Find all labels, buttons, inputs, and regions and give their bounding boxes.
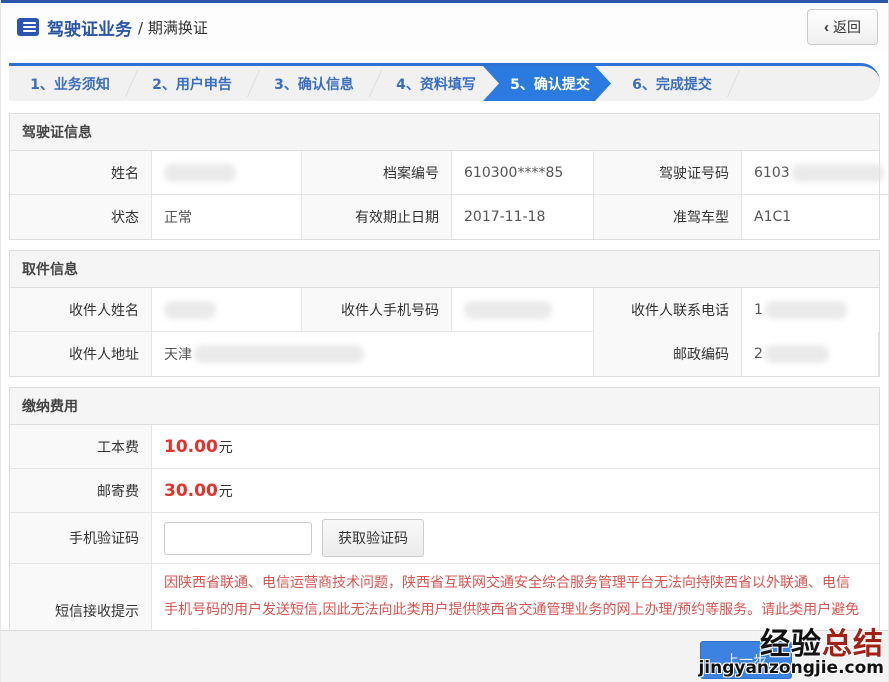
vehicle-type-label: 准驾车型 [594,195,742,239]
sms-code-label: 手机验证码 [10,513,152,564]
step-1-business-notice[interactable]: 1、业务须知 [9,66,131,101]
pickup-section-title: 取件信息 [10,251,879,288]
recipient-mobile-label: 收件人手机号码 [302,288,452,332]
name-label: 姓名 [10,151,152,195]
recipient-phone-label: 收件人联系电话 [594,288,742,332]
footer-bar: 上一步 [1,630,888,682]
previous-step-button[interactable]: 上一步 [700,641,792,679]
license-no-label: 驾驶证号码 [594,151,742,195]
production-fee-value: 10.00 元 [152,425,879,469]
recipient-address-value: 天津 [152,332,594,376]
get-sms-code-button[interactable]: 获取验证码 [322,519,424,557]
postage-fee-value: 30.00 元 [152,469,879,513]
production-fee-label: 工本费 [10,425,152,469]
recipient-address-label: 收件人地址 [10,332,152,376]
back-button-label: 返回 [833,17,861,37]
redacted-recipient-name [164,301,216,319]
recipient-name-value [152,288,302,332]
breadcrumb-current: / 期满换证 [138,17,208,38]
step-bar-filler [733,66,880,101]
fees-section-title: 缴纳费用 [10,388,879,425]
sms-code-row: 获取验证码 [152,513,879,564]
redacted-name [164,164,236,182]
redacted-recipient-mobile [464,301,552,319]
step-wizard: 1、业务须知 2、用户申告 3、确认信息 4、资料填写 5、确认提交 6、完成提… [1,63,888,101]
redacted-recipient-address [194,345,364,363]
back-button[interactable]: ‹ 返回 [807,9,878,45]
recipient-mobile-value [452,288,594,332]
recipient-phone-value: 1 [742,288,879,332]
status-label: 状态 [10,195,152,239]
step-3-confirm-info[interactable]: 3、确认信息 [253,66,375,101]
license-no-value: 6103 〈 [742,151,889,195]
vehicle-type-value: A1C1 [742,195,889,239]
license-info-section: 驾驶证信息 姓名 档案编号 610300****85 驾驶证号码 6103 〈 … [9,113,880,240]
page-header: 驾驶证业务 / 期满换证 ‹ 返回 [1,3,888,51]
redacted-license-no [792,164,884,182]
postal-code-value: 2 [742,332,879,376]
fee-unit: 元 [219,481,233,501]
sms-code-input[interactable] [164,522,312,555]
license-section-title: 驾驶证信息 [10,114,879,151]
redacted-postal-code [765,345,829,363]
file-no-label: 档案编号 [302,151,452,195]
step-2-user-declaration[interactable]: 2、用户申告 [131,66,253,101]
step-4-fill-data[interactable]: 4、资料填写 [375,66,497,101]
fee-unit: 元 [219,437,233,457]
expiry-label: 有效期止日期 [302,195,452,239]
file-no-value: 610300****85 [452,151,594,195]
postal-code-label: 邮政编码 [594,332,742,376]
expiry-value: 2017-11-18 [452,195,594,239]
status-value: 正常 [152,195,302,239]
postage-fee-label: 邮寄费 [10,469,152,513]
page-title: 驾驶证业务 [47,15,132,40]
fees-section: 缴纳费用 工本费 10.00 元 邮寄费 30.00 元 手机验证码 获取验证码… [9,387,880,659]
step-5-confirm-submit[interactable]: 5、确认提交 [483,66,611,101]
name-value [152,151,302,195]
pickup-info-section: 取件信息 收件人姓名 收件人手机号码 收件人联系电话 1 收件人地址 天津 邮政… [9,250,880,377]
recipient-name-label: 收件人姓名 [10,288,152,332]
redacted-recipient-phone [765,301,847,319]
back-chevron-icon: ‹ [824,19,829,36]
step-6-complete-submit[interactable]: 6、完成提交 [611,66,733,101]
license-menu-icon [17,18,39,36]
